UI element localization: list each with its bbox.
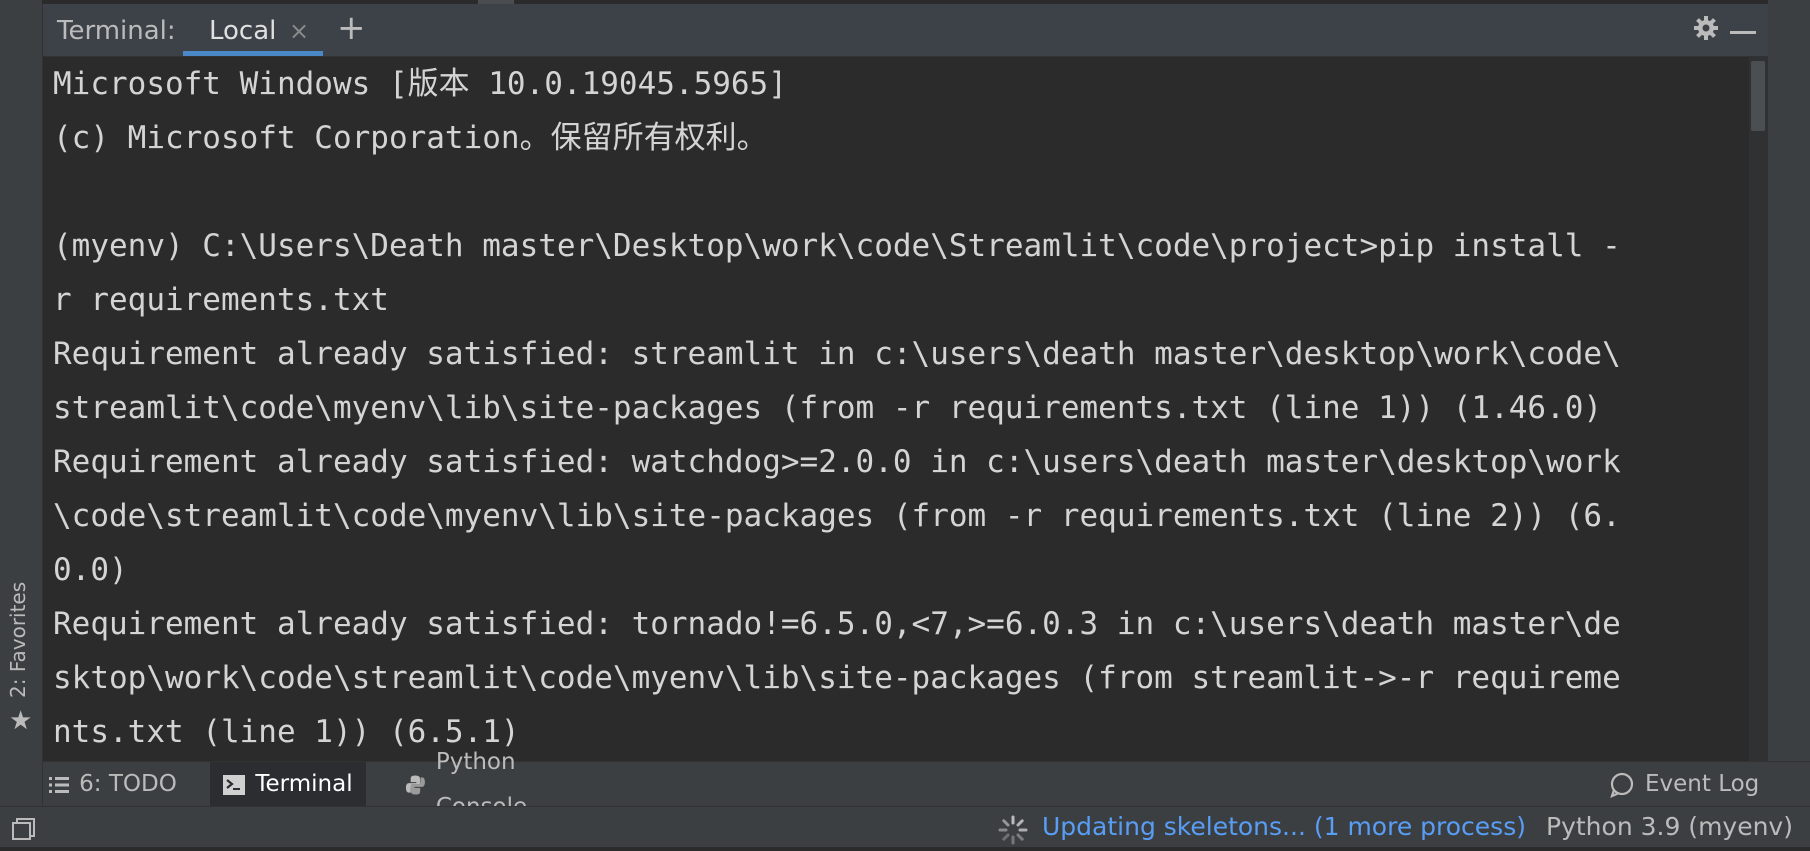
terminal-line: Requirement already satisfied: streamlit… bbox=[53, 336, 1621, 372]
tab-terminal[interactable]: Terminal bbox=[210, 762, 366, 807]
tab-terminal-label: Terminal bbox=[255, 771, 353, 797]
favorites-label: 2: Favorites bbox=[6, 581, 30, 698]
list-icon bbox=[49, 776, 70, 793]
active-tab-indicator bbox=[183, 51, 323, 56]
tab-local[interactable]: Local × bbox=[183, 4, 323, 56]
terminal-line: streamlit\code\myenv\lib\site-packages (… bbox=[53, 390, 1603, 426]
right-tool-strip bbox=[1768, 0, 1810, 806]
close-icon[interactable]: × bbox=[289, 17, 309, 45]
star-icon: ★ bbox=[9, 706, 33, 736]
status-bar: Updating skeletons... (1 more process) P… bbox=[0, 806, 1810, 847]
terminal-line: Requirement already satisfied: tornado!=… bbox=[53, 606, 1621, 642]
terminal-line: r requirements.txt bbox=[53, 282, 389, 318]
terminal-line: sktop\work\code\streamlit\code\myenv\lib… bbox=[53, 660, 1621, 696]
terminal-header: Terminal: Local × + bbox=[43, 4, 1768, 57]
terminal-output[interactable]: Microsoft Windows [版本 10.0.19045.5965] (c… bbox=[43, 57, 1749, 761]
terminal-icon bbox=[223, 774, 246, 795]
hide-panel-button[interactable] bbox=[1730, 31, 1756, 34]
background-task-status[interactable]: Updating skeletons... (1 more process) bbox=[1042, 812, 1526, 841]
favorites-tool-button[interactable]: 2: Favorites ★ bbox=[4, 578, 38, 748]
terminal-line: \code\streamlit\code\myenv\lib\site-pack… bbox=[53, 498, 1621, 534]
speech-bubble-icon bbox=[1610, 772, 1634, 798]
terminal-line: (myenv) C:\Users\Death master\Desktop\wo… bbox=[53, 228, 1621, 264]
terminal-line: Microsoft Windows [版本 10.0.19045.5965] bbox=[53, 66, 787, 102]
gear-icon[interactable] bbox=[1692, 14, 1720, 46]
terminal-line: 0.0) bbox=[53, 552, 128, 588]
tab-local-label: Local bbox=[209, 16, 277, 46]
bottom-tool-tabs: 6: TODO Terminal Python Console Event Lo… bbox=[43, 749, 1810, 820]
python-interpreter[interactable]: Python 3.9 (myenv) bbox=[1546, 812, 1793, 841]
tab-todo-label: 6: TODO bbox=[79, 771, 177, 797]
toggle-tool-windows-icon[interactable] bbox=[12, 817, 36, 846]
tab-python-console[interactable]: Python Console bbox=[405, 749, 605, 820]
python-icon bbox=[405, 775, 425, 794]
vertical-scrollbar[interactable] bbox=[1749, 57, 1768, 761]
terminal-line: (c) Microsoft Corporation。保留所有权利。 bbox=[53, 120, 768, 156]
event-log-label: Event Log bbox=[1645, 771, 1760, 797]
tab-todo[interactable]: 6: TODO bbox=[43, 762, 183, 807]
terminal-line: Requirement already satisfied: watchdog>… bbox=[53, 444, 1621, 480]
terminal-title: Terminal: bbox=[57, 16, 176, 46]
event-log-button[interactable]: Event Log bbox=[1609, 762, 1779, 807]
add-tab-button[interactable]: + bbox=[337, 8, 366, 48]
left-tool-strip: 2: Favorites ★ bbox=[0, 0, 43, 806]
terminal-line: nts.txt (line 1)) (6.5.1) bbox=[53, 714, 520, 750]
scrollbar-thumb[interactable] bbox=[1751, 61, 1765, 131]
